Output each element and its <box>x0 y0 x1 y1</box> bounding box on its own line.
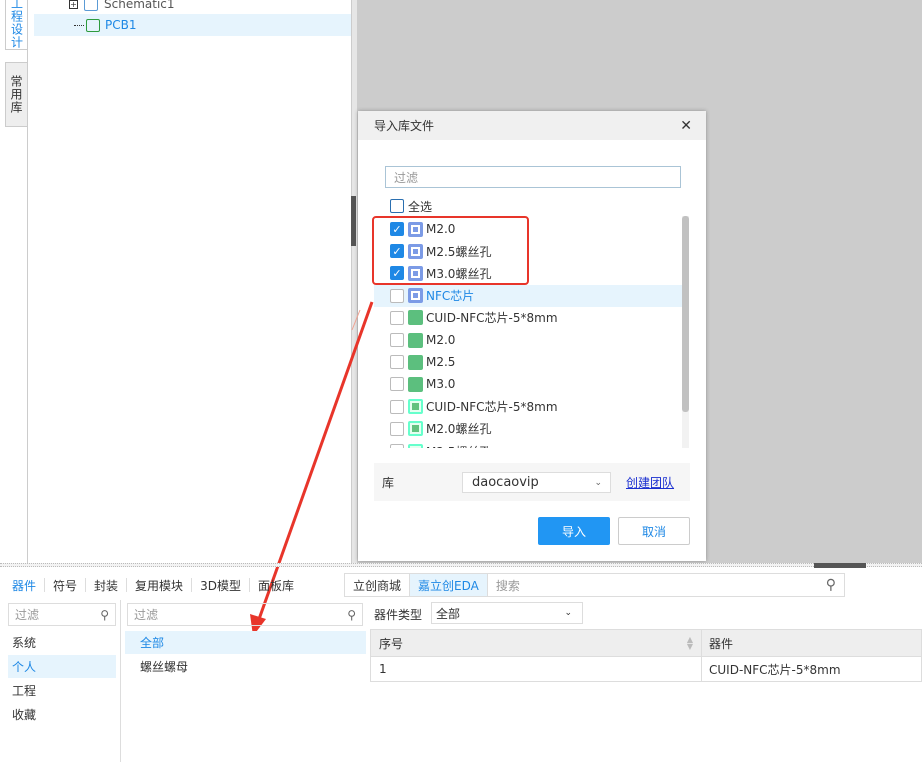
bottom-tab[interactable]: 3D模型 <box>192 578 250 593</box>
divider <box>120 600 121 762</box>
search-bar: 立创商城 嘉立创EDA 搜索 ⚲ <box>344 573 845 597</box>
tab-lcsc[interactable]: 立创商城 <box>345 574 411 596</box>
bottom-tab[interactable]: 封装 <box>86 578 128 593</box>
tab-jlceda[interactable]: 嘉立创EDA <box>410 574 488 596</box>
bottom-tab[interactable]: 面板库 <box>250 578 302 593</box>
column-header-component[interactable]: 器件 <box>702 630 921 656</box>
category-filter-input[interactable]: 过滤 ⚲ <box>8 603 116 626</box>
search-icon[interactable]: ⚲ <box>826 574 844 596</box>
category-project[interactable]: 工程 <box>8 679 36 702</box>
table-row[interactable]: 1 CUID-NFC芯片-5*8mm <box>371 657 921 681</box>
category-personal[interactable]: 个人 <box>8 655 116 678</box>
bottom-splitter[interactable] <box>0 563 922 567</box>
search-icon[interactable]: ⚲ <box>347 608 356 622</box>
table-header: 序号 ▲ ▼ 器件 <box>371 630 921 657</box>
search-icon[interactable]: ⚲ <box>100 608 109 622</box>
chevron-down-icon: ⌄ <box>564 608 572 618</box>
bottom-tab[interactable]: 器件 <box>4 578 46 593</box>
bottom-collapse-handle[interactable] <box>814 563 866 568</box>
subcategory-filter-input[interactable]: 过滤 ⚲ <box>127 603 363 626</box>
type-label: 器件类型 <box>374 608 423 622</box>
cell-index: 1 <box>371 657 702 681</box>
bottom-tab[interactable]: 复用模块 <box>127 578 193 593</box>
component-table: 序号 ▲ ▼ 器件 1 CUID-NFC芯片-5*8mm <box>370 629 922 682</box>
sort-icon[interactable]: ▲ ▼ <box>687 636 693 651</box>
category-system[interactable]: 系统 <box>8 631 36 654</box>
bottom-tab[interactable]: 符号 <box>45 578 87 593</box>
cell-component: CUID-NFC芯片-5*8mm <box>709 662 841 677</box>
subcategory-all[interactable]: 全部 <box>125 631 366 654</box>
type-select[interactable]: 全部 ⌄ <box>431 602 583 624</box>
category-favorites[interactable]: 收藏 <box>8 703 36 726</box>
column-header-index[interactable]: 序号 ▲ ▼ <box>371 630 702 656</box>
search-input[interactable]: 搜索 <box>488 574 826 596</box>
subcategory-screws[interactable]: 螺丝螺母 <box>125 655 188 678</box>
